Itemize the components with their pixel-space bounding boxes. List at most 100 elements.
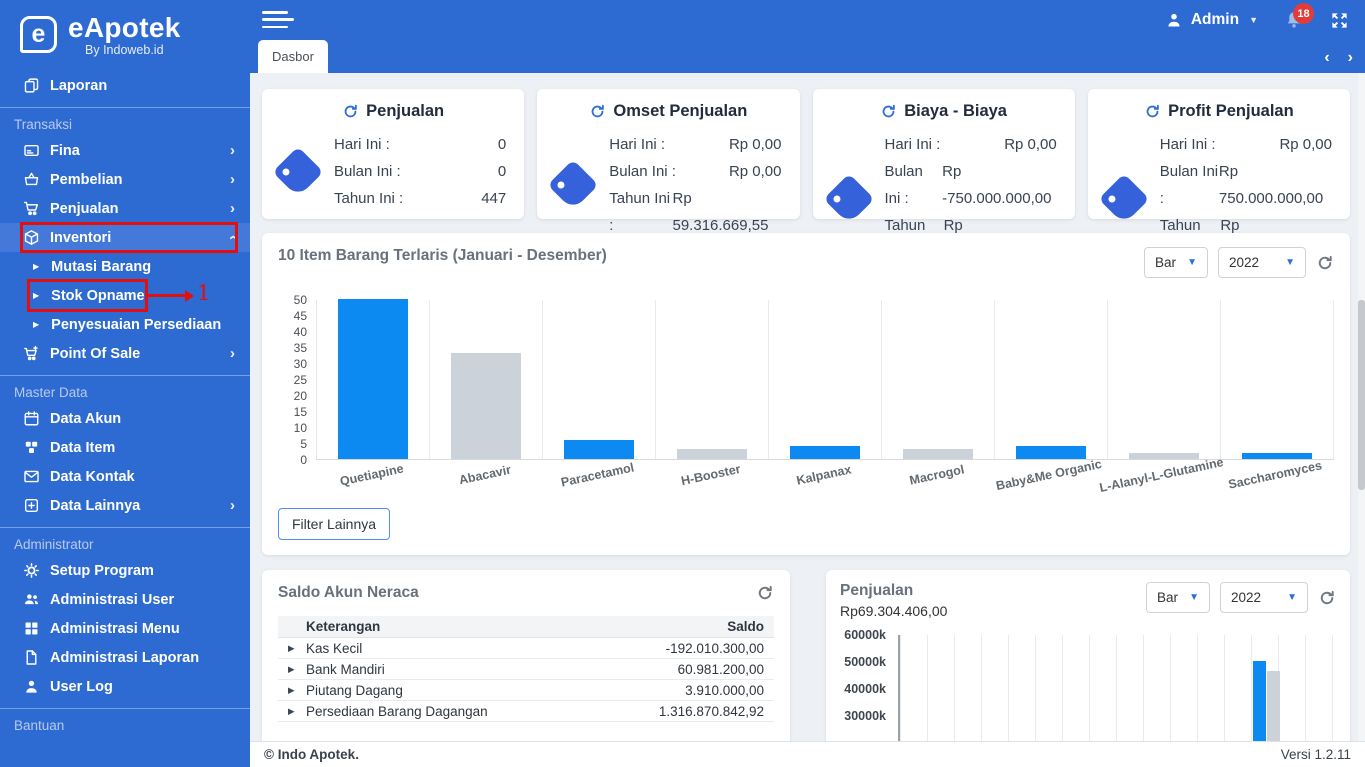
refresh-icon[interactable] [1316,254,1334,272]
caret-right-icon: ▶ [288,643,306,654]
chart-year-select[interactable]: 2022 ▼ [1220,582,1308,613]
calendar-icon [23,410,50,427]
column-header-keterangan: Keterangan [306,619,380,634]
grid-icon [23,620,50,637]
refresh-icon[interactable] [756,584,774,602]
chart-year-select[interactable]: 2022 ▼ [1218,247,1306,278]
tag-icon [1098,173,1149,224]
x-label-h-booster: H-Booster [680,462,742,488]
sidebar-item-administrasi-menu[interactable]: Administrasi Menu [0,614,250,643]
refresh-icon[interactable] [880,103,897,120]
bar-kalpanax [790,446,859,459]
sidebar-item-fina[interactable]: Fina› [0,136,250,165]
tab-dasbor[interactable]: Dasbor [258,40,328,73]
caret-right-icon: ▶ [288,685,306,696]
refresh-icon[interactable] [1144,103,1161,120]
main-content: PenjualanHari Ini :0Bulan Ini :0Tahun In… [250,73,1365,741]
y-axis: 50454035302520151050 [284,300,316,460]
sidebar-item-mutasi-barang[interactable]: ▶Mutasi Barang [0,252,250,281]
section-title-transaksi: Transaksi [0,114,250,136]
notification-badge: 18 [1293,3,1314,24]
divider [0,708,250,709]
cubes-icon [23,439,50,456]
sidebar-item-administrasi-laporan[interactable]: Administrasi Laporan [0,643,250,672]
sidebar-item-penyesuaian-persediaan[interactable]: ▶Penyesuaian Persediaan [0,310,250,339]
scrollbar-thumb[interactable] [1358,300,1365,490]
plot-area [898,635,1336,741]
sidebar-item-administrasi-user[interactable]: Administrasi User [0,585,250,614]
app-name: eApotek [68,13,181,42]
x-label-macrogol: Macrogol [908,462,965,487]
table-row-bank-mandiri[interactable]: ▶Bank Mandiri60.981.200,00 [278,659,774,680]
plussquare-icon [23,497,50,514]
hamburger-menu-icon[interactable] [262,7,294,32]
tag-icon [548,160,599,211]
refresh-icon[interactable] [589,103,606,120]
column-header-saldo: Saldo [727,619,764,634]
penjualan-bar-blue [1253,661,1266,741]
sidebar-item-setup-program[interactable]: Setup Program [0,556,250,585]
x-label-l-alanyl-l-glutamine: L-Alanyl-L-Glutamine [1098,455,1225,495]
panel-title: Saldo Akun Neraca [278,584,419,602]
chevron-right-icon: › [230,346,235,361]
table-row-persediaan-barang-dagangan[interactable]: ▶Persediaan Barang Dagangan1.316.870.842… [278,701,774,722]
sidebar-item-data-akun[interactable]: Data Akun [0,404,250,433]
refresh-icon[interactable] [342,103,359,120]
bar-baby-me-organic [1016,446,1085,459]
sidebar-item-inventori[interactable]: Inventori› [0,223,250,252]
section-title-master-data: Master Data [0,382,250,404]
user-menu[interactable]: Admin ▼ [1165,11,1258,29]
tab-scroll-left-icon[interactable]: ‹ [1324,50,1329,66]
chart-type-select[interactable]: Bar ▼ [1144,247,1208,278]
saldo-table: Keterangan Saldo ▶Kas Kecil-192.010.300,00… [278,616,774,722]
chevron-right-icon: › [230,498,235,513]
tag-icon [823,173,874,224]
penjualan-chart: 60000k50000k40000k30000k [840,635,1336,741]
caret-right-icon: ▶ [33,262,39,271]
bar-abacavir [451,353,520,459]
sidebar-item-data-lainnya[interactable]: Data Lainnya› [0,491,250,520]
plot-area: QuetiapineAbacavirParacetamolH-BoosterKa… [316,300,1334,460]
sidebar-item-pembelian[interactable]: Pembelian› [0,165,250,194]
caret-down-icon: ▼ [1249,15,1258,25]
caret-down-icon: ▼ [1285,257,1295,268]
chevron-right-icon: › [230,172,235,187]
tab-bar: Dasbor ‹ › [250,40,1365,73]
x-label-quetiapine: Quetiapine [339,461,405,488]
bar-macrogol [903,449,972,459]
envelope-icon [23,468,50,485]
sidebar-item-data-item[interactable]: Data Item [0,433,250,462]
section-title-administrator: Administrator [0,534,250,556]
copy-icon [23,77,50,94]
sidebar-item-user-log[interactable]: User Log [0,672,250,701]
table-row-kas-kecil[interactable]: ▶Kas Kecil-192.010.300,00 [278,638,774,659]
notifications-button[interactable]: 18 [1284,10,1304,30]
footer-copyright: © Indo Apotek. [264,747,359,762]
fullscreen-icon[interactable] [1330,11,1349,30]
sidebar-item-stok-opname[interactable]: ▶Stok Opname1 [0,281,250,310]
panel-subtitle: Rp69.304.406,00 [840,603,947,619]
file-icon [23,649,50,666]
refresh-icon[interactable] [1318,589,1336,607]
filter-lainnya-button[interactable]: Filter Lainnya [278,508,390,540]
table-row-piutang-dagang[interactable]: ▶Piutang Dagang3.910.000,00 [278,680,774,701]
divider [0,375,250,376]
bar-chart: 50454035302520151050 QuetiapineAbacavirP… [278,300,1334,460]
sidebar-item-point-of-sale[interactable]: Point Of Sale› [0,339,250,368]
tab-scroll-right-icon[interactable]: › [1348,50,1353,66]
sidebar-item-data-kontak[interactable]: Data Kontak [0,462,250,491]
bar-quetiapine [338,299,407,459]
top-items-panel: 10 Item Barang Terlaris (Januari - Desem… [262,233,1350,555]
scrollbar [1358,73,1365,741]
sidebar-item-laporan[interactable]: Laporan [0,71,250,100]
chart-type-select[interactable]: Bar ▼ [1146,582,1210,613]
bar-l-alanyl-l-glutamine [1129,453,1198,459]
penjualan-panel: Penjualan Rp69.304.406,00 Bar ▼ 2022 ▼ [826,570,1350,741]
caret-down-icon: ▼ [1287,592,1297,603]
caret-right-icon: ▶ [288,706,306,717]
x-label-saccharomyces: Saccharomyces [1227,458,1323,491]
card-icon [23,142,50,159]
sidebar-item-penjualan[interactable]: Penjualan› [0,194,250,223]
bar-saccharomyces [1242,453,1311,459]
caret-right-icon: ▶ [33,320,39,329]
